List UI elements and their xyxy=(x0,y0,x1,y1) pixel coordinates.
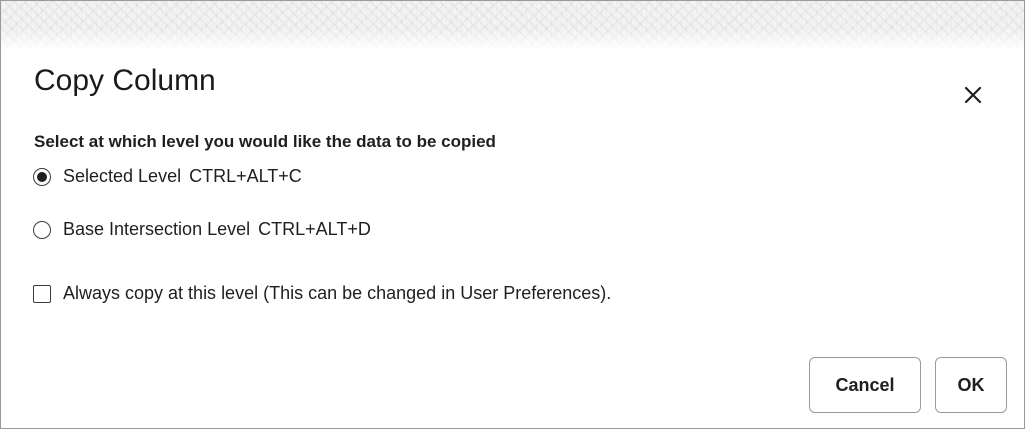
always-copy-option[interactable]: Always copy at this level (This can be c… xyxy=(33,283,611,304)
ok-button[interactable]: OK xyxy=(935,357,1007,413)
radio-option-base-intersection-level[interactable]: Base Intersection Level CTRL+ALT+D xyxy=(33,219,371,240)
dialog-title: Copy Column xyxy=(34,64,216,97)
option-shortcut: CTRL+ALT+C xyxy=(189,166,302,186)
cancel-button[interactable]: Cancel xyxy=(809,357,921,413)
close-icon xyxy=(964,86,982,104)
radio-base-intersection-level[interactable] xyxy=(33,220,51,239)
option-label: Base Intersection Level xyxy=(63,219,251,239)
radio-option-selected-level[interactable]: Selected Level CTRL+ALT+C xyxy=(33,166,302,187)
option-label: Selected Level xyxy=(63,166,182,186)
option-shortcut: CTRL+ALT+D xyxy=(258,219,371,239)
copy-column-dialog: Copy Column Select at which level you wo… xyxy=(0,0,1025,429)
always-copy-checkbox[interactable] xyxy=(33,284,51,303)
always-copy-label: Always copy at this level (This can be c… xyxy=(63,283,612,303)
level-prompt: Select at which level you would like the… xyxy=(34,132,496,151)
radio-selected-level[interactable] xyxy=(33,167,51,186)
close-button[interactable] xyxy=(959,81,987,109)
radio-dot xyxy=(37,171,47,182)
